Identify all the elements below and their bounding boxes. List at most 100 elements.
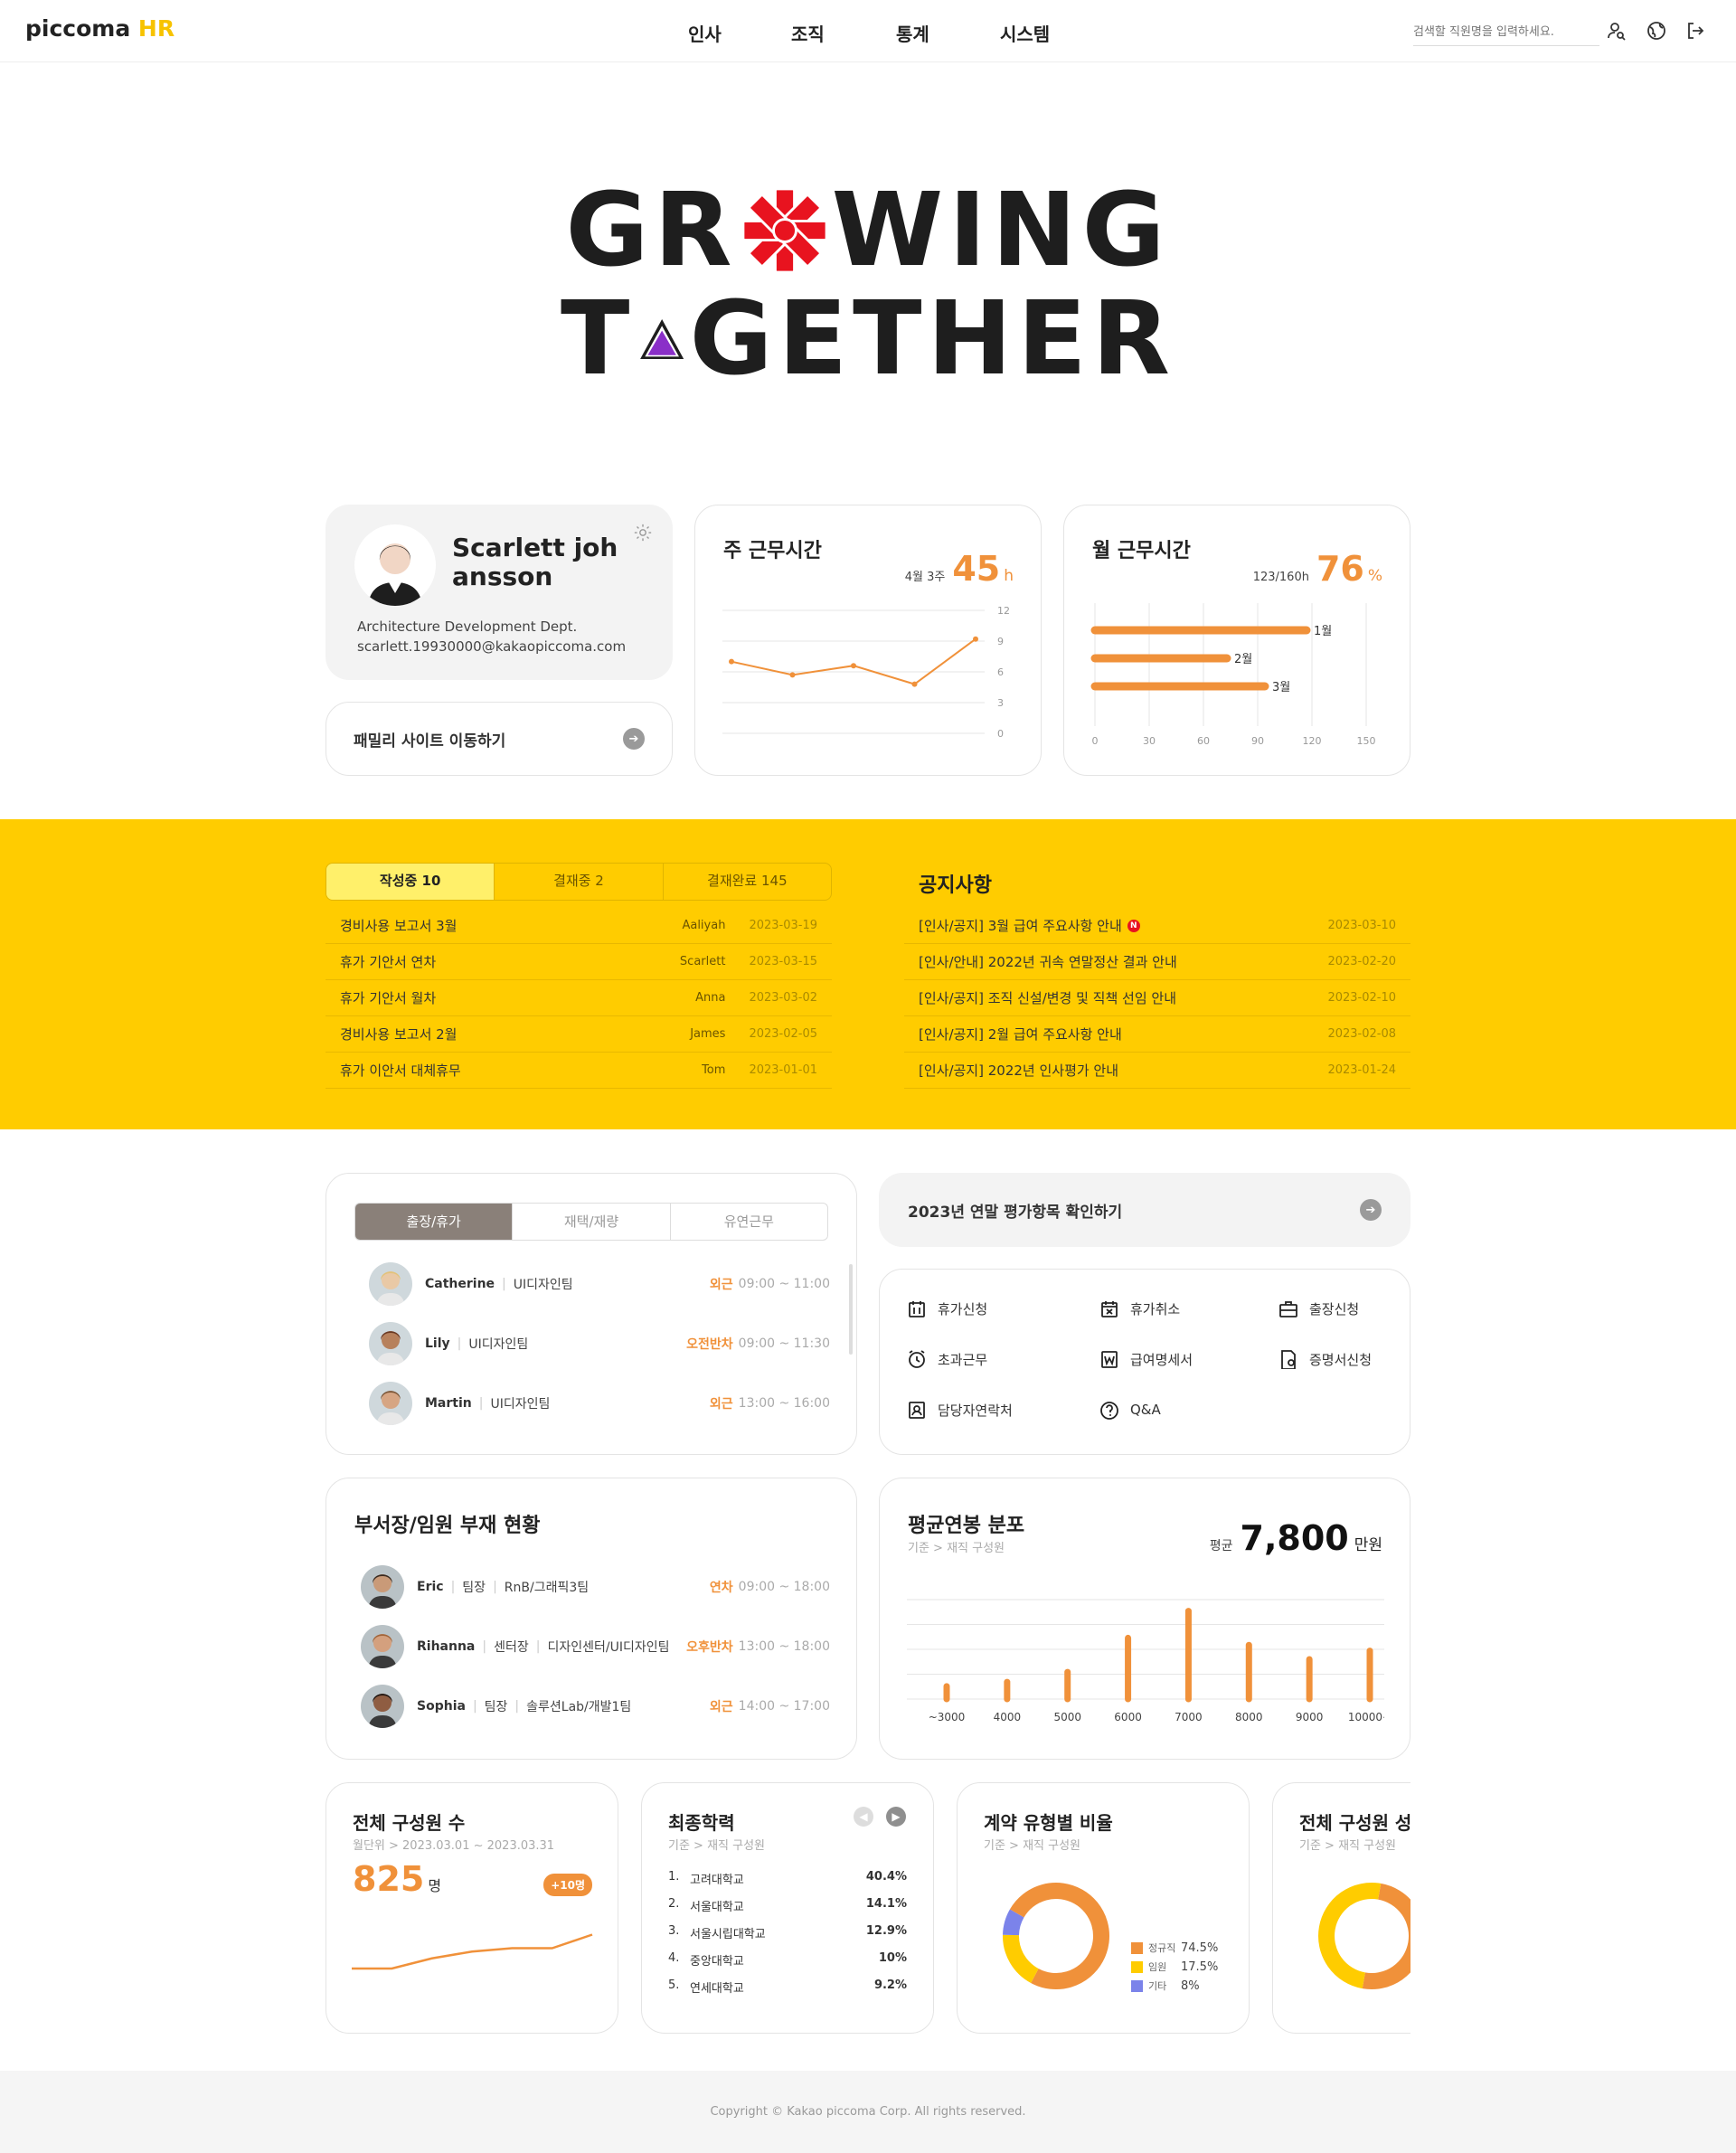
approval-row[interactable]: 휴가 기안서 월차 Anna 2023-03-02 xyxy=(326,980,832,1016)
y-tick-label: 6 xyxy=(997,666,1004,678)
profile-dept: Architecture Development Dept. xyxy=(357,619,578,635)
approval-title: 휴가 이안서 대체휴무 xyxy=(340,1062,461,1079)
legend-label: 기타 xyxy=(1148,1980,1167,1992)
leave-person-row[interactable]: Catherine | UI디자인팀 외근 09:00 ~ 11:00 xyxy=(369,1262,830,1306)
person-status: 오후반차 xyxy=(686,1640,733,1655)
legend-label: 정규직 xyxy=(1148,1942,1176,1954)
leave-person-row[interactable]: Lily | UI디자인팀 오전반차 09:00 ~ 11:30 xyxy=(369,1322,830,1365)
weekly-summary: 4월 3주 45 h xyxy=(905,549,1014,589)
hero-slogan: GR WING T GETHER xyxy=(561,176,1175,393)
edu-rank: 4. xyxy=(668,1951,680,1965)
nav-org[interactable]: 조직 xyxy=(791,20,825,46)
y-tick-label: 0 xyxy=(997,728,1004,740)
notice-row[interactable]: [인사/공지] 2월 급여 주요사항 안내 2023-02-08 xyxy=(904,1016,1410,1053)
quick-menu-label: 휴가신청 xyxy=(938,1300,988,1317)
absence-person-row[interactable]: Eric | 팀장 | RnB/그래픽3팀 연차 09:00 ~ 18:00 xyxy=(361,1565,830,1609)
prev-arrow-icon[interactable]: ◀ xyxy=(854,1807,873,1827)
nav-stats[interactable]: 통계 xyxy=(896,20,929,46)
footer-copyright: Copyright © Kakao piccoma Corp. All righ… xyxy=(710,2105,1026,2119)
tab-trip-leave[interactable]: 출장/휴가 xyxy=(355,1204,513,1240)
user-search-icon[interactable] xyxy=(1606,20,1628,42)
notice-title: 공지사항 xyxy=(919,874,992,897)
leave-scrollbar[interactable] xyxy=(849,1264,853,1355)
quick-menu-item[interactable]: 담당자연락처 xyxy=(907,1400,1013,1420)
approval-date: 2023-02-05 xyxy=(749,1027,817,1041)
edu-rank: 5. xyxy=(668,1978,680,1992)
approval-title: 휴가 기안서 월차 xyxy=(340,990,437,1006)
quick-menu-label: Q&A xyxy=(1130,1402,1161,1418)
approval-row[interactable]: 휴가 기안서 연차 Scarlett 2023-03-15 xyxy=(326,944,832,980)
absence-person-row[interactable]: Sophia | 팀장 | 솔루션Lab/개발1팀 외근 14:00 ~ 17:00 xyxy=(361,1685,830,1728)
person-team: 디자인센터/UI디자인팀 xyxy=(547,1640,670,1655)
education-card: 최종학력 기준 > 재직 구성원 ◀ ▶ 1. 고려대학교 40.4% 2. 서울대학교… xyxy=(641,1782,934,2034)
alarm-clock-icon xyxy=(909,1350,925,1368)
salary-card: 평균연봉 분포 기준 > 재직 구성원 평균 7,800 만원 ~3000 400… xyxy=(879,1478,1410,1760)
logout-icon[interactable] xyxy=(1684,20,1706,42)
salary-title: 평균연봉 분포 xyxy=(908,1515,1025,1537)
edu-school: 연세대학교 xyxy=(690,1982,744,1996)
edu-pct: 14.1% xyxy=(865,1897,907,1911)
quick-menu-item[interactable]: 출장신청 xyxy=(1278,1298,1359,1318)
approval-row[interactable]: 휴가 이안서 대체휴무 Tom 2023-01-01 xyxy=(326,1053,832,1089)
tab-flexible[interactable]: 유연근무 xyxy=(669,1204,827,1240)
edu-pct: 10% xyxy=(878,1951,907,1965)
settings-gear-icon[interactable] xyxy=(633,523,653,543)
headcount-value-group: 825 명 xyxy=(353,1859,441,1899)
salary-x-label: 4000 xyxy=(994,1711,1022,1723)
headcount-line xyxy=(352,1933,593,1970)
headcount-badge: +10명 xyxy=(543,1874,592,1896)
quick-menu-item[interactable]: 휴가취소 xyxy=(1099,1298,1180,1318)
notice-date: 2023-02-08 xyxy=(1327,1027,1396,1041)
separator: | xyxy=(478,1396,484,1411)
person-time: 13:00 ~ 18:00 xyxy=(738,1639,830,1654)
absence-person-row[interactable]: Rihanna | 센터장 | 디자인센터/UI디자인팀 오후반차 13:00 ~ 18:0… xyxy=(361,1625,830,1668)
nav-hr[interactable]: 인사 xyxy=(688,20,722,46)
monthly-value: 76 xyxy=(1316,549,1364,589)
contract-legend: 정규직 74.5% 임원 17.5% 기타 8% xyxy=(1131,1941,1218,1997)
tab-approved[interactable]: 결재완료 145 xyxy=(664,864,831,900)
footer: Copyright © Kakao piccoma Corp. All righ… xyxy=(0,2071,1736,2153)
notice-date: 2023-03-10 xyxy=(1327,919,1396,932)
notice-row[interactable]: [인사/공지] 3월 급여 주요사항 안내 N 2023-03-10 xyxy=(904,908,1410,944)
question-icon xyxy=(1100,1402,1118,1420)
search-input[interactable] xyxy=(1413,19,1599,46)
quick-menu-item[interactable]: 휴가신청 xyxy=(907,1298,987,1318)
globe-icon[interactable] xyxy=(1646,20,1667,42)
salary-x-label: 6000 xyxy=(1114,1711,1142,1723)
person-role: 팀장 xyxy=(462,1581,486,1595)
red-asterisk-icon xyxy=(741,187,828,274)
logo[interactable]: piccoma HR xyxy=(25,15,175,42)
gender-title: 전체 구성원 성비 xyxy=(1299,1812,1410,1834)
evaluation-button[interactable]: 2023년 연말 평가항목 확인하기 ➔ xyxy=(879,1173,1410,1247)
leave-person-row[interactable]: Martin | UI디자인팀 외근 13:00 ~ 16:00 xyxy=(369,1382,830,1425)
separator: | xyxy=(493,1580,497,1594)
quick-menu-item[interactable]: Q&A xyxy=(1099,1400,1161,1420)
next-arrow-icon[interactable]: ▶ xyxy=(886,1807,906,1827)
month-bar-label: 1월 xyxy=(1314,625,1332,638)
person-avatar xyxy=(361,1625,404,1668)
donut-slice xyxy=(1362,1883,1410,1989)
legend-item: 정규직 74.5% xyxy=(1131,1941,1218,1955)
quick-menu-item[interactable]: 급여명세서 xyxy=(1099,1349,1193,1369)
notice-row[interactable]: [인사/공지] 조직 신설/변경 및 직책 선임 안내 2023-02-10 xyxy=(904,980,1410,1016)
nav-system[interactable]: 시스템 xyxy=(1000,20,1050,46)
separator: | xyxy=(535,1639,541,1654)
approval-row[interactable]: 경비사용 보고서 3월 Aaliyah 2023-03-19 xyxy=(326,908,832,944)
monthly-summary: 123/160h 76 % xyxy=(1253,549,1382,589)
salary-x-label: 5000 xyxy=(1053,1711,1081,1723)
approval-row[interactable]: 경비사용 보고서 2월 James 2023-02-05 xyxy=(326,1016,832,1053)
family-site-label: 패밀리 사이트 이동하기 xyxy=(354,732,506,751)
quick-menu-item[interactable]: 증명서신청 xyxy=(1278,1349,1372,1369)
quick-menu-item[interactable]: 초과근무 xyxy=(907,1349,987,1369)
tab-remote[interactable]: 재택/재량 xyxy=(512,1204,669,1240)
edu-pct: 9.2% xyxy=(873,1978,907,1992)
weekly-line-chart: 0 3 6 9 12 xyxy=(722,605,1010,740)
notice-row[interactable]: [인사/안내] 2022년 귀속 연말정산 결과 안내 2023-02-20 xyxy=(904,944,1410,980)
tab-in-approval[interactable]: 결재중 2 xyxy=(495,864,664,900)
approval-author: Aaliyah xyxy=(682,919,726,932)
quick-menu-label: 증명서신청 xyxy=(1309,1351,1373,1368)
tab-drafting[interactable]: 작성중 10 xyxy=(326,864,495,900)
family-site-button[interactable]: 패밀리 사이트 이동하기 ➔ xyxy=(326,702,673,776)
notice-row[interactable]: [인사/공지] 2022년 인사평가 안내 2023-01-24 xyxy=(904,1053,1410,1089)
person-name: Eric xyxy=(417,1580,444,1594)
